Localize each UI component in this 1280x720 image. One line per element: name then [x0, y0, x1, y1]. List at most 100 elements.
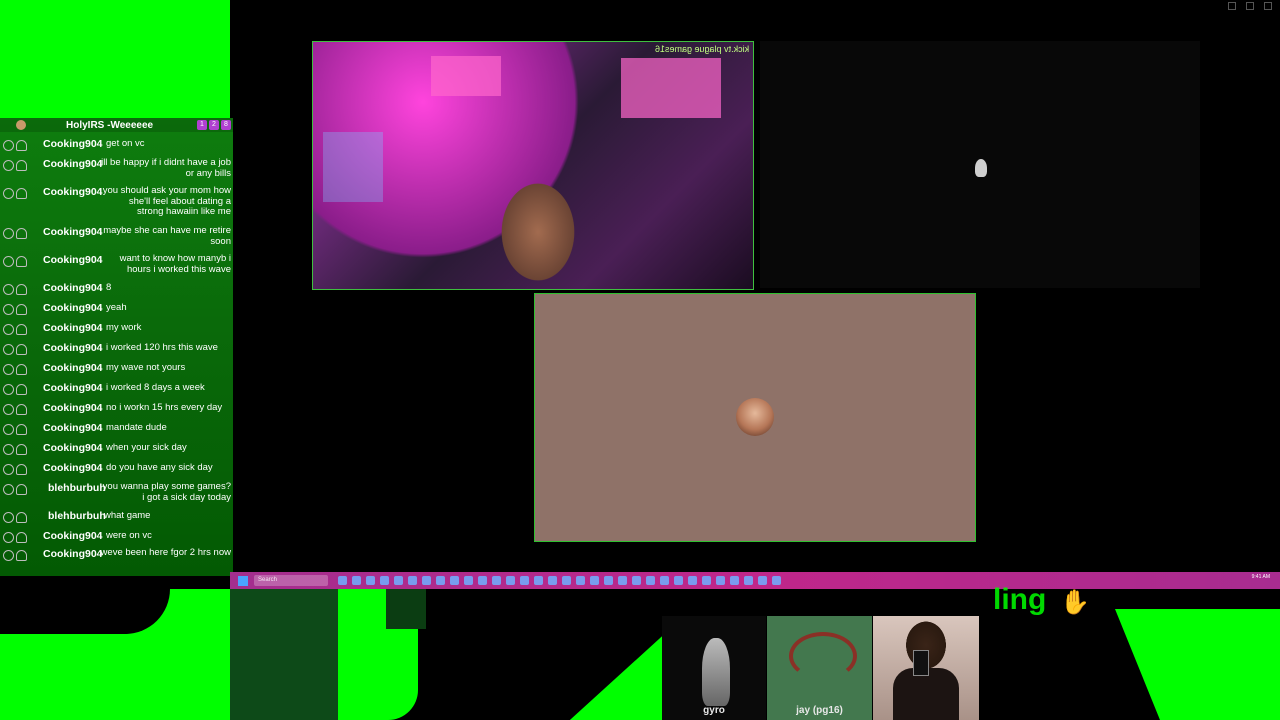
mod-icon[interactable] — [3, 384, 14, 395]
app-icon[interactable] — [772, 576, 781, 585]
user-icon[interactable] — [16, 444, 27, 455]
close-icon[interactable] — [1264, 2, 1272, 10]
app-icon[interactable] — [408, 576, 417, 585]
app-icon[interactable] — [450, 576, 459, 585]
app-icon[interactable] — [660, 576, 669, 585]
app-icon[interactable] — [744, 576, 753, 585]
mod-icon[interactable] — [3, 404, 14, 415]
app-icon[interactable] — [562, 576, 571, 585]
chat-username[interactable]: Cooking904 — [43, 442, 103, 454]
mod-icon[interactable] — [3, 188, 14, 199]
app-icon[interactable] — [730, 576, 739, 585]
video-tile-empty[interactable] — [760, 41, 1200, 288]
app-icon[interactable] — [618, 576, 627, 585]
chat-username[interactable]: Cooking904 — [43, 402, 103, 414]
mod-icon[interactable] — [3, 304, 14, 315]
app-icon[interactable] — [534, 576, 543, 585]
user-icon[interactable] — [16, 140, 27, 151]
chat-username[interactable]: Cooking904 — [43, 342, 103, 354]
app-icon[interactable] — [702, 576, 711, 585]
mod-icon[interactable] — [3, 256, 14, 267]
app-icon[interactable] — [716, 576, 725, 585]
mod-icon[interactable] — [3, 532, 14, 543]
chat-username[interactable]: Cooking904 — [43, 186, 103, 198]
mod-icon[interactable] — [3, 512, 14, 523]
chat-username[interactable]: blehburbuh — [48, 510, 106, 522]
app-icon[interactable] — [464, 576, 473, 585]
user-icon[interactable] — [16, 160, 27, 171]
chat-username[interactable]: Cooking904 — [43, 226, 103, 238]
mod-icon[interactable] — [3, 344, 14, 355]
start-icon[interactable] — [238, 575, 248, 586]
search-input[interactable]: Search — [254, 575, 328, 586]
chat-username[interactable]: Cooking904 — [43, 322, 103, 334]
chat-username[interactable]: Cooking904 — [43, 548, 103, 560]
app-icon[interactable] — [366, 576, 375, 585]
user-icon[interactable] — [16, 484, 27, 495]
app-icon[interactable] — [520, 576, 529, 585]
user-icon[interactable] — [16, 304, 27, 315]
user-icon[interactable] — [16, 256, 27, 267]
chat-username[interactable]: Cooking904 — [43, 382, 103, 394]
app-icon[interactable] — [632, 576, 641, 585]
participant-tile-gyro[interactable]: gyro — [662, 616, 766, 720]
app-icon[interactable] — [352, 576, 361, 585]
app-icon[interactable] — [338, 576, 347, 585]
app-icon[interactable] — [548, 576, 557, 585]
participant-tile-webcam[interactable] — [873, 616, 979, 720]
mod-icon[interactable] — [3, 324, 14, 335]
user-icon[interactable] — [16, 324, 27, 335]
participant-tile-jay[interactable]: jay (pg16) — [767, 616, 872, 720]
user-icon[interactable] — [16, 424, 27, 435]
user-icon[interactable] — [16, 344, 27, 355]
mod-icon[interactable] — [3, 464, 14, 475]
mod-icon[interactable] — [3, 424, 14, 435]
minimize-icon[interactable] — [1228, 2, 1236, 10]
mod-icon[interactable] — [3, 160, 14, 171]
app-icon[interactable] — [688, 576, 697, 585]
user-icon[interactable] — [16, 532, 27, 543]
app-icon[interactable] — [590, 576, 599, 585]
app-icon[interactable] — [646, 576, 655, 585]
user-icon[interactable] — [16, 464, 27, 475]
app-icon[interactable] — [380, 576, 389, 585]
user-icon[interactable] — [16, 284, 27, 295]
mod-icon[interactable] — [3, 284, 14, 295]
user-icon[interactable] — [16, 512, 27, 523]
user-icon[interactable] — [16, 384, 27, 395]
chat-username[interactable]: Cooking904 — [43, 282, 103, 294]
app-icon[interactable] — [604, 576, 613, 585]
mod-icon[interactable] — [3, 484, 14, 495]
chat-username[interactable]: Cooking904 — [43, 302, 103, 314]
mod-icon[interactable] — [3, 550, 14, 561]
app-icon[interactable] — [674, 576, 683, 585]
chat-username[interactable]: Cooking904 — [43, 362, 103, 374]
chat-username[interactable]: blehburbuh — [48, 482, 106, 494]
user-icon[interactable] — [16, 364, 27, 375]
chat-username[interactable]: Cooking904 — [43, 462, 103, 474]
user-icon[interactable] — [16, 550, 27, 561]
app-icon[interactable] — [576, 576, 585, 585]
chat-username[interactable]: Cooking904 — [43, 254, 103, 266]
app-icon[interactable] — [436, 576, 445, 585]
mod-icon[interactable] — [3, 228, 14, 239]
maximize-icon[interactable] — [1246, 2, 1254, 10]
stream-video[interactable]: kick.tv plague games16 — [312, 41, 754, 290]
app-icon[interactable] — [394, 576, 403, 585]
app-icon[interactable] — [758, 576, 767, 585]
mod-icon[interactable] — [3, 444, 14, 455]
app-icon[interactable] — [506, 576, 515, 585]
call-participant-tile[interactable] — [534, 293, 976, 542]
chat-username[interactable]: Cooking904 — [43, 422, 103, 434]
system-tray-clock[interactable]: 9:41 AM — [1252, 574, 1270, 580]
mod-icon[interactable] — [3, 364, 14, 375]
app-icon[interactable] — [478, 576, 487, 585]
chat-username[interactable]: Cooking904 — [43, 138, 103, 150]
user-icon[interactable] — [16, 188, 27, 199]
user-icon[interactable] — [16, 404, 27, 415]
chat-username[interactable]: Cooking904 — [43, 530, 103, 542]
app-icon[interactable] — [492, 576, 501, 585]
chat-username[interactable]: Cooking904 — [43, 158, 103, 170]
app-icon[interactable] — [422, 576, 431, 585]
user-icon[interactable] — [16, 228, 27, 239]
